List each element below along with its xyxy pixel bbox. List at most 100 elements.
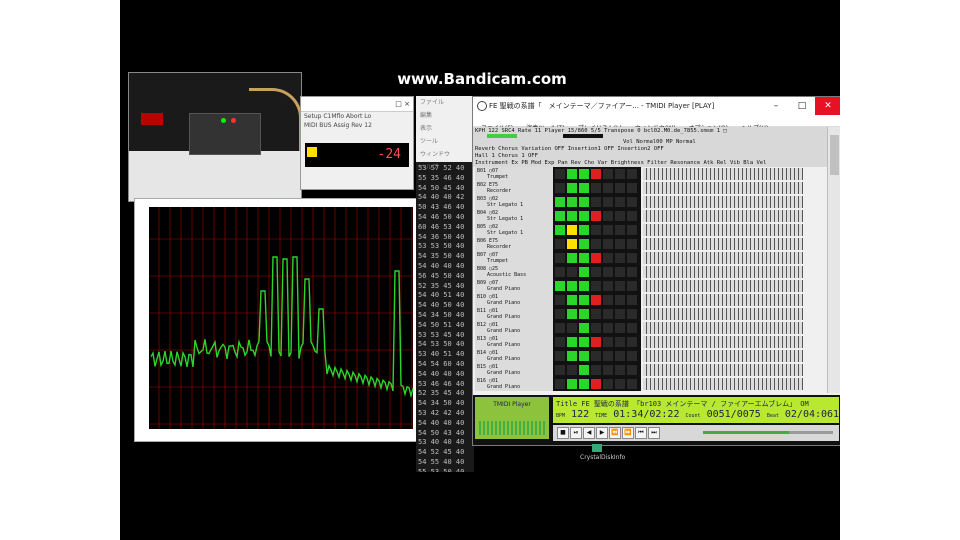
mixer-row-1: Setup C1Mflo Abort Lo	[304, 113, 372, 120]
channel-meters	[553, 293, 641, 307]
channel-meters	[553, 377, 641, 391]
monitor-menu-item[interactable]: 編集	[416, 109, 474, 122]
mixer-display-value: -24	[377, 147, 401, 162]
info-line-4: Hall 1 Chorus 1 OFF	[475, 153, 538, 159]
channel-row[interactable]: B14 ○01 Grand Piano	[473, 349, 827, 363]
camera-overlay	[128, 72, 302, 202]
close-button[interactable]: ✕	[815, 97, 840, 115]
midi-byte-list: 53 57 52 40 55 35 46 40 54 50 45 40 54 4…	[418, 164, 465, 472]
channel-row[interactable]: B05 ○02 Str Legato 1	[473, 223, 827, 237]
stop-button[interactable]: ■	[557, 427, 569, 439]
channel-keyboard	[643, 168, 803, 180]
rewind-button[interactable]: ⏪	[609, 427, 621, 439]
channel-scrollbar[interactable]	[827, 127, 840, 393]
channel-row[interactable]: B12 ○01 Grand Piano	[473, 321, 827, 335]
channel-instrument: Str Legato 1	[487, 216, 524, 222]
tmidi-level-graph	[479, 421, 545, 435]
channel-label: B15 ○01 Grand Piano	[475, 363, 553, 377]
channel-meters	[553, 349, 641, 363]
tmidi-logo: TMIDI Player	[475, 397, 549, 439]
channel-row[interactable]: B01 ○07 Trumpet	[473, 167, 827, 181]
last-track-button[interactable]: ⏭	[648, 427, 660, 439]
midi-monitor-menu: ファイル 編集 表示 ツール ウィンドウ ヘルプ	[416, 96, 474, 171]
channel-meters	[553, 209, 641, 223]
channel-row[interactable]: B03 ○02 Str Legato 1	[473, 195, 827, 209]
count-label: Count	[685, 413, 701, 419]
channel-keyboard	[643, 210, 803, 222]
watermark: www.Bandicam.com	[397, 70, 567, 88]
spectrum-plot	[149, 207, 414, 429]
first-track-button[interactable]: ⏮	[635, 427, 647, 439]
player-panel: TMIDI Player Title FE 聖戦の系譜 「br103 メインテー…	[473, 395, 840, 445]
channel-keyboard	[643, 336, 803, 348]
channel-keyboard	[643, 280, 803, 292]
channel-meters	[553, 307, 641, 321]
info-line-3: Reverb Chorus Variation OFF Insertion1 O…	[475, 146, 664, 152]
channel-row[interactable]: B07 ○07 Trumpet	[473, 251, 827, 265]
channel-keyboard	[643, 238, 803, 250]
next-button[interactable]: ▶	[596, 427, 608, 439]
channel-row[interactable]: B11 ○01 Grand Piano	[473, 307, 827, 321]
channel-keyboard	[643, 196, 803, 208]
letterbox-left	[0, 0, 120, 540]
letterbox-right	[840, 0, 960, 540]
channel-meters	[553, 237, 641, 251]
channel-row[interactable]: B09 ○07 Grand Piano	[473, 279, 827, 293]
channel-row[interactable]: B15 ○01 Grand Piano	[473, 363, 827, 377]
channel-keyboard	[643, 224, 803, 236]
camera-red-display	[141, 113, 163, 125]
channel-label: B11 ○01 Grand Piano	[475, 307, 553, 321]
channel-label: B16 ○01 Grand Piano	[475, 377, 553, 391]
time-label: TIME	[595, 413, 608, 419]
transport-controls: ■ ⏯ ◀ ▶ ⏪ ⏩ ⏮ ⏭	[553, 425, 839, 441]
main-titlebar[interactable]: FE 聖戦の系譜「 メインテーマ／ファイアー... - TMIDI Player…	[473, 97, 840, 115]
channel-keyboard	[643, 308, 803, 320]
channel-label: B13 ○01 Grand Piano	[475, 335, 553, 349]
channel-instrument: Grand Piano	[487, 342, 521, 348]
channel-label: B08 ○25 Acoustic Bass	[475, 265, 553, 279]
channel-row[interactable]: B16 ○01 Grand Piano	[473, 377, 827, 391]
scrollbar-thumb[interactable]	[830, 135, 839, 175]
channel-instrument: Str Legato 1	[487, 202, 524, 208]
channel-instrument: Grand Piano	[487, 384, 521, 390]
seek-bar[interactable]	[703, 431, 833, 434]
mixer-titlebar[interactable]: □ ×	[301, 97, 413, 112]
channel-meters	[553, 265, 641, 279]
play-pause-button[interactable]: ⏯	[570, 427, 582, 439]
channel-row[interactable]: B10 ○01 Grand Piano	[473, 293, 827, 307]
channel-row[interactable]: B06 E75 Recorder	[473, 237, 827, 251]
channel-meters	[553, 335, 641, 349]
camera-green-led	[221, 118, 226, 123]
lcd-display: Title FE 聖戦の系譜 「br103 メインテーマ / ファイアーエムブレ…	[553, 397, 840, 423]
channel-row[interactable]: B02 E75 Recorder	[473, 181, 827, 195]
app-icon	[477, 101, 487, 111]
channel-instrument: Grand Piano	[487, 356, 521, 362]
desktop-app-icon[interactable]	[592, 444, 602, 452]
monitor-menu-item[interactable]: ファイル	[416, 96, 474, 109]
channel-meters	[553, 321, 641, 335]
monitor-menu-item[interactable]: 表示	[416, 122, 474, 135]
minimize-button[interactable]: –	[763, 97, 789, 115]
channel-keyboard	[643, 350, 803, 362]
fast-forward-button[interactable]: ⏩	[622, 427, 634, 439]
monitor-menu-item[interactable]: ウィンドウ	[416, 148, 474, 161]
maximize-button[interactable]: □	[789, 97, 815, 115]
channel-list: B01 ○07 Trumpet B02 E75 Recorder B03 ○02 Str …	[473, 167, 827, 393]
desktop-icon-label[interactable]: CrystalDiskInfo	[580, 454, 625, 461]
channel-meters	[553, 363, 641, 377]
channel-row[interactable]: B13 ○01 Grand Piano	[473, 335, 827, 349]
channel-keyboard	[643, 266, 803, 278]
channel-row[interactable]: B08 ○25 Acoustic Bass	[473, 265, 827, 279]
channel-instrument: Recorder	[487, 188, 512, 194]
channel-label: B02 E75 Recorder	[475, 181, 553, 195]
channel-label: B12 ○01 Grand Piano	[475, 321, 553, 335]
info-line-2: Vol Normal00 MP Normal	[623, 139, 696, 145]
channel-row[interactable]: B04 ○02 Str Legato 1	[473, 209, 827, 223]
lcd-title: Title FE 聖戦の系譜 「br103 メインテーマ / ファイアーエムブレ…	[556, 400, 809, 408]
menu-bar: ファイル(F) 演奏ツール(T) プレイリスト(L) ウィンドウ(W) オプショ…	[473, 115, 840, 132]
channel-label: B10 ○01 Grand Piano	[475, 293, 553, 307]
channel-instrument: Grand Piano	[487, 300, 521, 306]
channel-instrument: Acoustic Bass	[487, 272, 527, 278]
monitor-menu-item[interactable]: ツール	[416, 135, 474, 148]
prev-button[interactable]: ◀	[583, 427, 595, 439]
